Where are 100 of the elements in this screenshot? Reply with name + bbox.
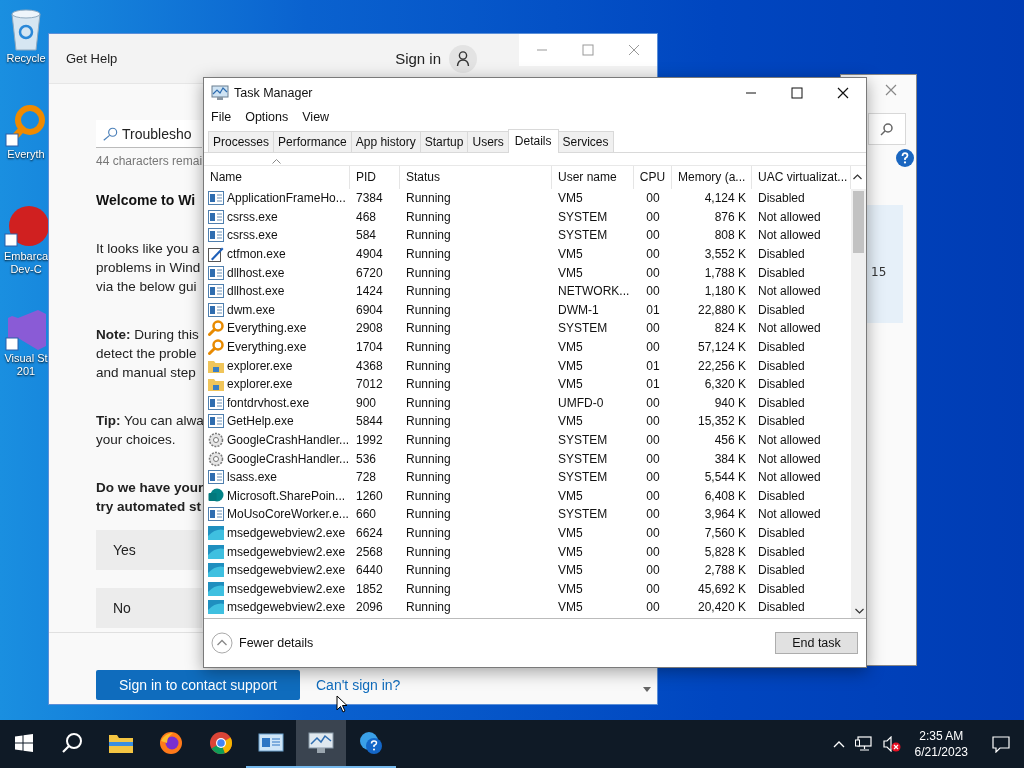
- process-name-cell: dwm.exe: [204, 302, 350, 317]
- window-icon: [208, 191, 224, 206]
- monitor-chart-icon[interactable]: [308, 731, 334, 755]
- table-cell-text: 384 K: [713, 451, 747, 466]
- menu-item[interactable]: View: [302, 110, 330, 124]
- clock-time[interactable]: 2:35 AM: [919, 728, 964, 744]
- table-cell-text: 2568: [355, 544, 384, 559]
- chevron-up-circle-icon[interactable]: [211, 632, 233, 654]
- end-task-button[interactable]: End task: [775, 632, 858, 654]
- table-cell-text: 468: [355, 209, 378, 224]
- close-icon[interactable]: [837, 86, 849, 99]
- column-header[interactable]: UAC virtualizat...: [752, 166, 851, 189]
- table-cell-text: Running: [405, 228, 452, 243]
- table-cell-text: Disabled: [757, 488, 806, 503]
- column-header[interactable]: Status: [400, 166, 552, 189]
- table-cell-text: Running: [405, 302, 452, 317]
- maximize-icon[interactable]: [791, 86, 803, 99]
- process-name-cell: msedgewebview2.exe: [204, 544, 350, 559]
- answer-option[interactable]: No: [96, 588, 202, 628]
- dev-app-shortcut-icon[interactable]: [3, 204, 49, 250]
- tab[interactable]: Details: [507, 129, 559, 153]
- windows-logo-icon[interactable]: [15, 734, 33, 752]
- table-cell-text: Running: [405, 340, 452, 355]
- process-name-cell: csrss.exe: [204, 228, 350, 243]
- table-cell-text: 900: [355, 395, 378, 410]
- notifications-icon[interactable]: [992, 735, 1010, 753]
- folder-icon[interactable]: [108, 732, 134, 754]
- taskbar-app-button[interactable]: [296, 720, 346, 768]
- tab[interactable]: Users: [467, 131, 509, 152]
- webview-icon: [208, 563, 224, 578]
- magnifier-shortcut-icon[interactable]: [4, 104, 48, 148]
- table-cell-text: VM5: [557, 563, 584, 578]
- column-header[interactable]: Name: [204, 166, 350, 189]
- table-cell-text: Running: [405, 451, 452, 466]
- cant-sign-in-link[interactable]: Can't sign in?: [316, 670, 401, 700]
- tab[interactable]: Services: [557, 131, 614, 152]
- table-cell-text: 876 K: [713, 209, 747, 224]
- table-cell-text: 3,964 K: [703, 507, 747, 522]
- column-header[interactable]: User name: [552, 166, 634, 189]
- table-cell-text: 728: [355, 470, 378, 485]
- search-field[interactable]: Troublesho: [96, 120, 202, 148]
- table-cell-text: 2096: [355, 600, 384, 615]
- process-name-cell: csrss.exe: [204, 209, 350, 224]
- desktop-icon-label[interactable]: Embarca: [4, 250, 48, 263]
- menu-item[interactable]: Options: [245, 110, 289, 124]
- table-cell-text: Not allowed: [757, 209, 822, 224]
- desktop-icon-label[interactable]: Recycle: [6, 52, 46, 65]
- chevron-up-icon[interactable]: [832, 740, 845, 748]
- column-header[interactable]: CPU: [634, 166, 672, 189]
- desktop-icon-label[interactable]: Dev-C: [10, 263, 42, 276]
- table-cell-text: 01: [645, 358, 661, 373]
- tab[interactable]: App history: [350, 131, 421, 152]
- clock-date[interactable]: 6/21/2023: [914, 744, 968, 760]
- scrollbar[interactable]: [851, 189, 866, 618]
- desktop-icon-label[interactable]: Everyth: [7, 148, 45, 161]
- sign-in-to-contact-support-button[interactable]: Sign in to contact support: [96, 670, 300, 700]
- table-cell-text: 5,828 K: [703, 544, 747, 559]
- webview-icon: [208, 581, 224, 596]
- paragraph-line: problems in Wind: [96, 259, 201, 277]
- muted-speaker-icon[interactable]: [882, 736, 901, 752]
- table-cell-text: Not allowed: [757, 321, 822, 336]
- table-cell-text: 57,124 K: [696, 340, 747, 355]
- webview-icon: [208, 526, 224, 540]
- avatar-icon[interactable]: [449, 44, 477, 73]
- table-cell-text: VM5: [557, 265, 584, 280]
- scroll-down-icon[interactable]: [643, 687, 651, 692]
- fewer-details-button[interactable]: Fewer details: [211, 632, 314, 654]
- tab[interactable]: Startup: [419, 131, 469, 152]
- scroll-thumb[interactable]: [853, 191, 864, 253]
- scroll-down-icon[interactable]: [855, 608, 864, 614]
- tab[interactable]: Performance: [273, 131, 352, 152]
- table-cell-text: Running: [405, 488, 452, 503]
- help-bubble-icon[interactable]: [358, 731, 384, 755]
- process-name-cell: dllhost.exe: [204, 284, 350, 299]
- table-cell-text: 1,788 K: [703, 265, 747, 280]
- table-cell-text: 00: [645, 451, 661, 466]
- search-icon[interactable]: [61, 732, 83, 754]
- table-cell-text: 00: [645, 265, 661, 280]
- control-panel-icon[interactable]: [258, 732, 284, 754]
- table-cell-text: Disabled: [757, 600, 806, 615]
- table-cell-text: Not allowed: [757, 228, 822, 243]
- question-line: Do we have your: [96, 479, 204, 497]
- heading: Welcome to Wi: [96, 191, 196, 210]
- sign-in-link[interactable]: Sign in: [395, 50, 441, 67]
- table-cell-text: 00: [645, 507, 661, 522]
- column-header[interactable]: PID: [350, 166, 400, 189]
- column-header[interactable]: Memory (a...: [672, 166, 752, 189]
- desktop-icon-label[interactable]: 201: [16, 365, 36, 378]
- browser-icon[interactable]: [209, 731, 233, 755]
- help-icon[interactable]: [896, 149, 914, 167]
- table-cell-text: Not allowed: [757, 470, 822, 485]
- browser-icon[interactable]: [159, 731, 183, 755]
- table-cell-text: Running: [405, 265, 452, 280]
- paragraph-line: Tip: You can alwa: [96, 412, 204, 430]
- scroll-up-icon[interactable]: [853, 174, 862, 180]
- answer-option[interactable]: Yes: [96, 530, 202, 570]
- tab[interactable]: Processes: [208, 131, 275, 152]
- menu-item[interactable]: File: [211, 110, 232, 124]
- desktop-icon-label[interactable]: Visual St: [4, 352, 48, 365]
- network-icon[interactable]: [854, 736, 873, 752]
